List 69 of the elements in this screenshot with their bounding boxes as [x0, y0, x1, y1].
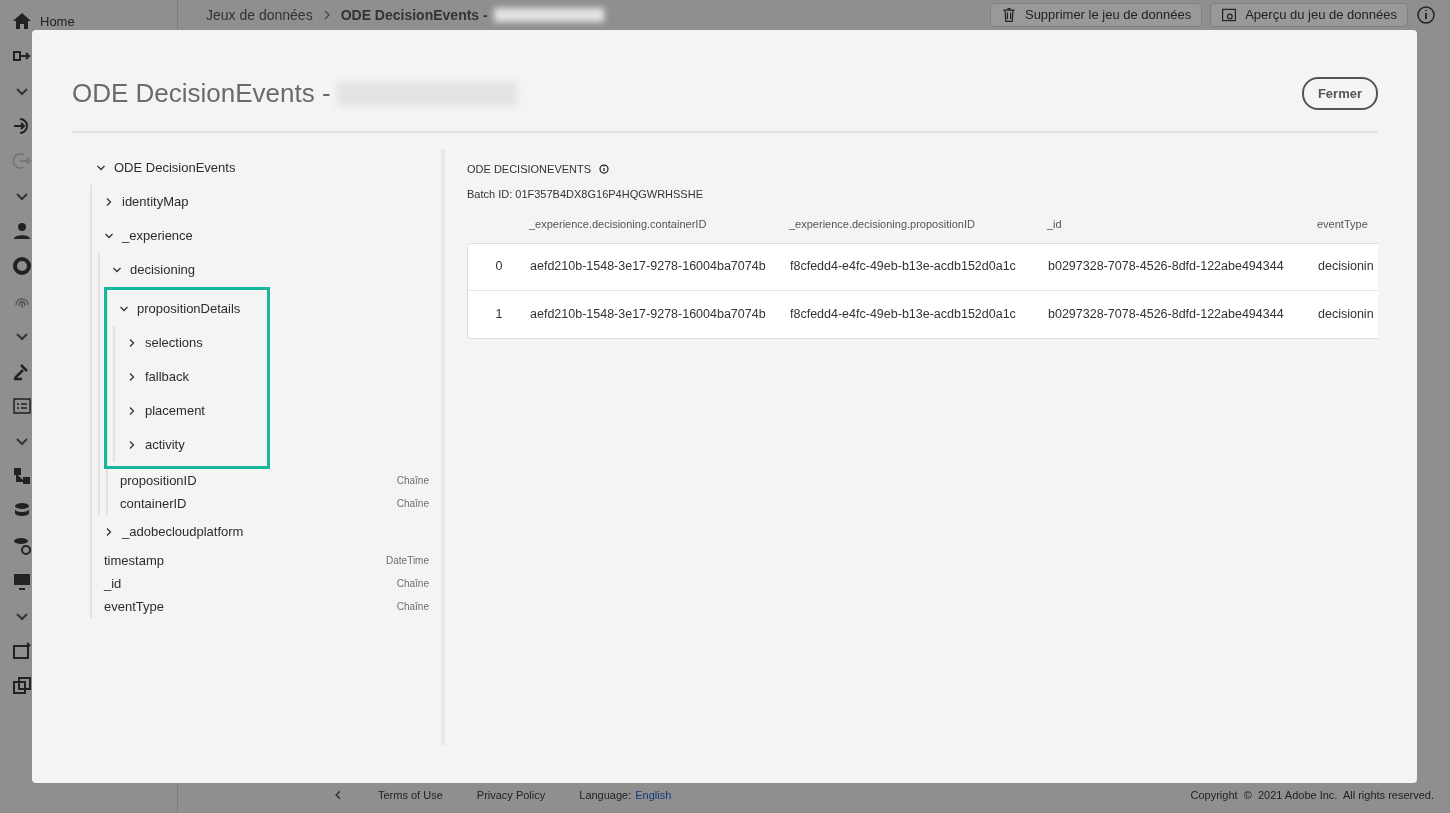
table-cell-text: aefd210b-1548-3e17-9278-16004ba7074b [530, 258, 767, 276]
tree-node-label[interactable]: placement [145, 401, 205, 421]
tree-node-label[interactable]: ODE DecisionEvents [114, 158, 236, 178]
tree-node-label[interactable]: activity [145, 435, 185, 455]
checklist-icon[interactable] [12, 396, 32, 416]
action-button[interactable]: Supprimer le jeu de données [989, 3, 1203, 27]
chevron-right-icon[interactable] [127, 406, 137, 416]
windows-icon[interactable] [12, 676, 32, 696]
batch-id-text: Batch ID: 01F357B4DX8G16P4HQGWRHSSHE [467, 186, 704, 202]
table-cell-text: b0297328-7078-4526-8dfd-122abe494344 [1048, 305, 1285, 323]
column-header: _id [1047, 217, 1063, 232]
chevron-down-icon[interactable] [119, 304, 129, 314]
tree-node-label[interactable]: _experience [122, 226, 193, 246]
table-cell-text: decisionin [1318, 305, 1375, 323]
breadcrumb-current: ODE DecisionEvents - [340, 5, 488, 25]
row-index: 1 [494, 305, 504, 323]
modal-title: ODE DecisionEvents - [72, 77, 331, 110]
table-cell-text: decisionin [1318, 258, 1375, 276]
chevron-down-icon[interactable] [96, 163, 106, 173]
preview-heading: ODE DECISIONEVENTS [467, 162, 592, 177]
tree-node-label[interactable]: _id [104, 573, 122, 594]
tree-node-label[interactable]: propositionDetails [137, 299, 241, 319]
user-icon[interactable] [12, 221, 32, 241]
table-cell-text: aefd210b-1548-3e17-9278-16004ba7074b [530, 305, 767, 323]
monitor-icon[interactable] [12, 571, 32, 591]
chevron-icon [322, 10, 331, 20]
chevron-down-icon[interactable] [104, 231, 114, 241]
tree-node-label[interactable]: selections [145, 333, 203, 353]
close-button[interactable]: Fermer [1301, 76, 1378, 111]
tree-node-label[interactable]: decisioning [130, 260, 196, 280]
language-link[interactable]: English [635, 786, 672, 803]
table-cell-text: f8cfedd4-e4fc-49eb-b13e-acdb152d0a1c [790, 258, 1017, 276]
column-header: _experience.decisioning.containerID [529, 217, 708, 232]
breadcrumb-link[interactable]: Jeux de données [206, 4, 313, 26]
field-type: Chaîne [396, 600, 429, 614]
chevron-right-icon[interactable] [127, 338, 137, 348]
nav-link[interactable]: Home [40, 11, 75, 32]
tree-node-label[interactable]: fallback [145, 367, 190, 387]
chevron-right-icon[interactable] [127, 372, 137, 382]
footer-link[interactable]: Privacy Policy [476, 786, 546, 803]
preview-icon [1221, 7, 1238, 23]
tree-node-label[interactable]: propositionID [120, 470, 197, 491]
tree-node-label[interactable]: containerID [120, 493, 187, 514]
copyright-text: Copyright © 2021 Adobe Inc. All rights reserved. [1190, 787, 1434, 803]
language-label: Language: [579, 787, 632, 803]
chevron-down-icon[interactable] [112, 265, 122, 275]
tree-node-label[interactable]: _adobecloudplatform [122, 522, 244, 542]
column-header: eventType [1317, 217, 1369, 232]
row-index: 0 [494, 258, 504, 276]
home-icon[interactable] [12, 11, 32, 31]
hierarchy-icon[interactable] [12, 466, 32, 486]
footer-link[interactable]: Terms of Use [378, 786, 443, 803]
tree-node-label[interactable]: timestamp [104, 550, 164, 571]
chevron-right-icon[interactable] [127, 440, 137, 450]
tree-node-label[interactable]: eventType [104, 596, 164, 617]
table-cell-text: b0297328-7078-4526-8dfd-122abe494344 [1048, 258, 1285, 276]
field-type: Chaîne [396, 497, 429, 511]
field-type: DateTime [386, 554, 429, 568]
chevron-right-icon[interactable] [104, 527, 114, 537]
column-header: _experience.decisioning.propositionID [789, 217, 976, 232]
field-type: Chaîne [396, 577, 429, 591]
trash-icon [1000, 7, 1017, 23]
table-cell-text: f8cfedd4-e4fc-49eb-b13e-acdb152d0a1c [790, 305, 1017, 323]
chevron-right-icon[interactable] [104, 197, 114, 207]
action-button[interactable]: Aperçu du jeu de données [1210, 3, 1408, 27]
info-icon[interactable] [599, 164, 610, 175]
field-type: Chaîne [396, 474, 429, 488]
info-icon[interactable] [1416, 5, 1436, 25]
tree-node-label[interactable]: identityMap [122, 192, 189, 212]
